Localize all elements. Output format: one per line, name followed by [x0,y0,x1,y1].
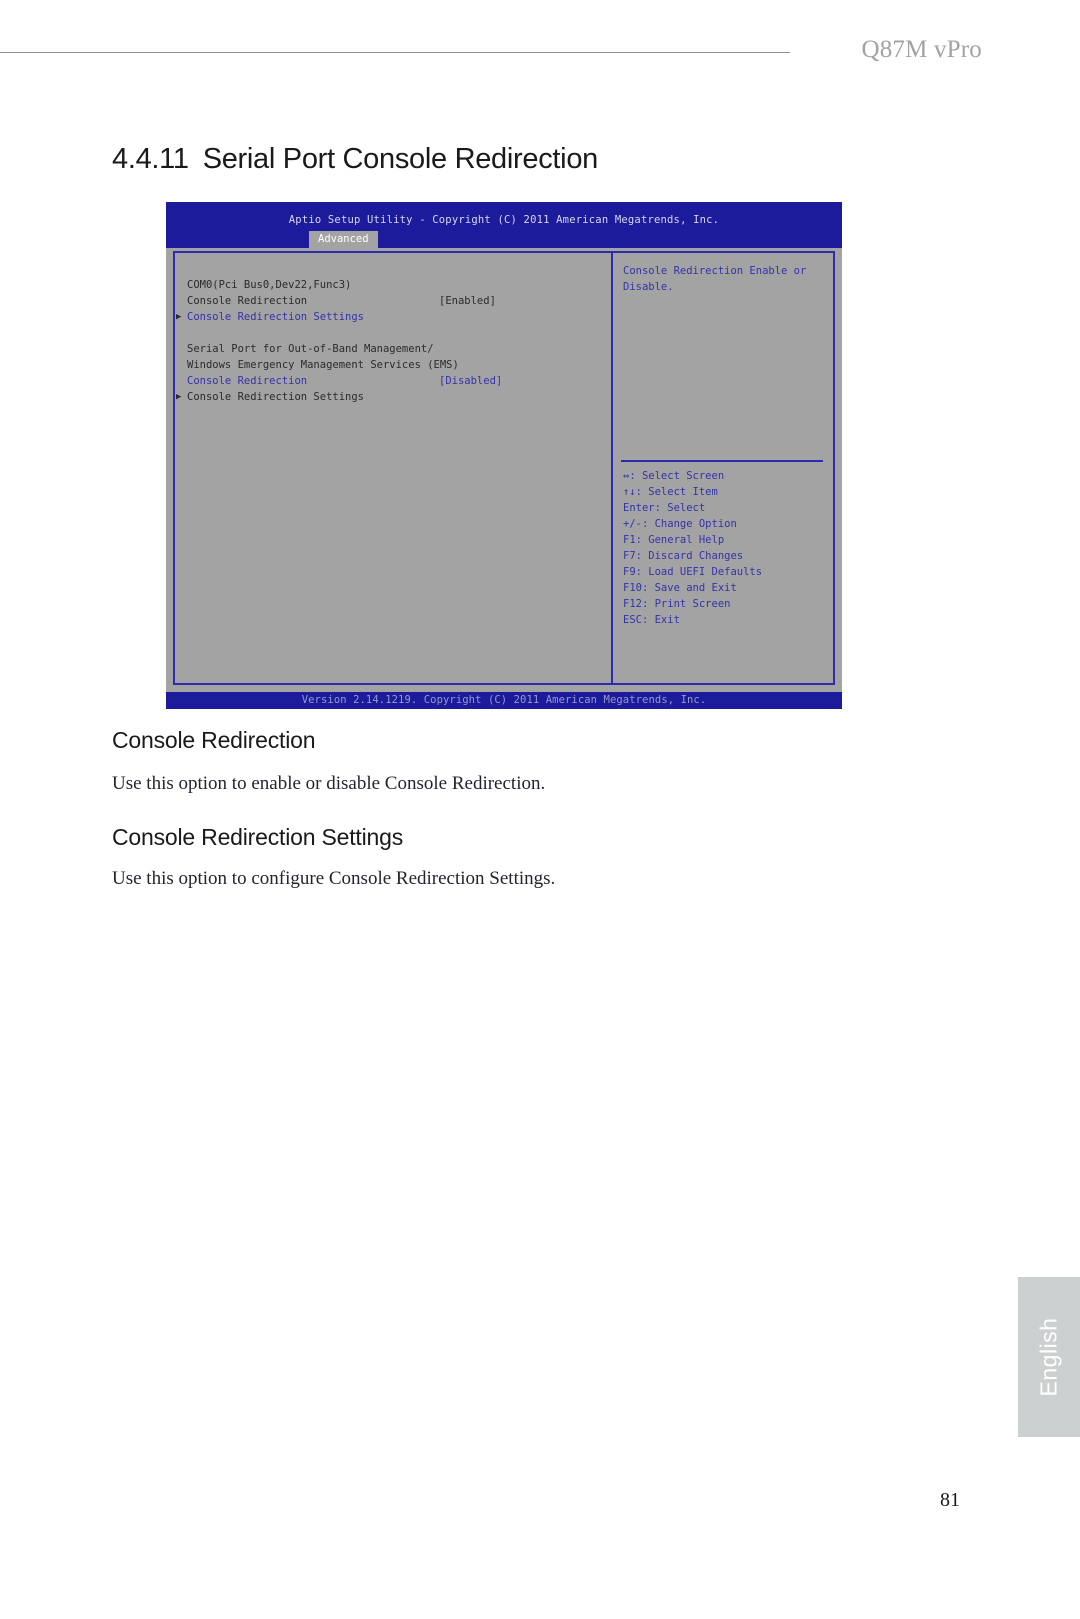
bios-tab-row: Advanced [166,231,842,248]
header-divider-rule [0,52,790,53]
subheading-console-redirection: Console Redirection [112,727,316,753]
help-panel-divider [621,460,823,462]
bios-version-bar: Version 2.14.1219. Copyright (C) 2011 Am… [166,692,842,709]
bios-key-binding: F10: Save and Exit [623,582,737,594]
section-number: 4.4.11 [112,143,189,175]
bios-key-binding: F1: General Help [623,534,725,546]
bios-menu-item[interactable]: Windows Emergency Management Services (E… [187,357,605,373]
page-header: Q87M vPro [0,36,1080,76]
bios-key-binding: F9: Load UEFI Defaults [623,566,763,578]
language-side-tab: English [1018,1277,1080,1437]
document-page: Q87M vPro 4.4.11 Serial Port Console Redi… [0,0,1080,1619]
bios-menu-item-label: Console Redirection Settings [187,311,365,323]
paragraph-console-redirection: Use this option to enable or disable Con… [112,773,546,794]
bios-help-panel: Console Redirection Enable or Disable. ↔:… [613,251,835,685]
bios-key-binding: Enter: Select [623,502,706,514]
subheading-console-redirection-settings: Console Redirection Settings [112,824,404,850]
section-heading: 4.4.11 Serial Port Console Redirection [112,143,598,176]
bios-menu-item[interactable]: Console Redirection [Disabled] [187,373,605,389]
bios-menu-item-label: Console Redirection Settings [187,391,365,403]
bios-key-binding: ↔: Select Screen [623,470,725,482]
submenu-arrow-icon: ▶ [176,312,182,322]
bios-help-line: Console Redirection Enable or [623,265,807,277]
bios-menu-spacer [187,325,605,341]
section-title: Serial Port Console Redirection [202,143,599,175]
bios-key-binding: +/-: Change Option [623,518,737,530]
bios-menu-item-label: Windows Emergency Management Services (E… [187,359,459,371]
bios-body: COM0(Pci Bus0,Dev22,Func3) Console Redire… [166,248,842,690]
bios-menu-item-label: Serial Port for Out-of-Band Management/ [187,343,434,355]
bios-key-binding: F12: Print Screen [623,598,731,610]
language-side-tab-label: English [1035,1317,1062,1397]
bios-screenshot-figure: Aptio Setup Utility - Copyright (C) 2011… [166,202,842,709]
bios-menu-item-value[interactable]: [Disabled] [439,373,502,389]
bios-top-accent-bar [166,202,842,210]
bios-key-binding: F7: Discard Changes [623,550,744,562]
bios-menu-item[interactable]: ▶ Console Redirection Settings [176,309,605,325]
bios-title-bar: Aptio Setup Utility - Copyright (C) 2011… [166,210,842,231]
bios-menu-item-value[interactable]: [Enabled] [439,293,496,309]
submenu-arrow-icon: ▶ [176,392,182,402]
product-name-header: Q87M vPro [861,36,982,63]
bios-key-binding: ESC: Exit [623,614,680,626]
bios-menu-item[interactable]: Serial Port for Out-of-Band Management/ [187,341,605,357]
bios-help-description: Console Redirection Enable or Disable. [623,263,825,295]
bios-menu-item-label: Console Redirection [187,375,308,387]
bios-menu-item[interactable]: COM0(Pci Bus0,Dev22,Func3) [187,277,605,293]
bios-menu-item-label: COM0(Pci Bus0,Dev22,Func3) [187,279,352,291]
bios-help-line: Disable. [623,281,674,293]
bios-tab-advanced[interactable]: Advanced [309,231,378,248]
bios-menu-item[interactable]: Console Redirection [Enabled] [187,293,605,309]
page-number: 81 [940,1489,960,1511]
bios-menu-item[interactable]: ▶ Console Redirection Settings [176,389,605,405]
bios-menu-list: COM0(Pci Bus0,Dev22,Func3) Console Redire… [176,277,605,405]
bios-settings-panel: COM0(Pci Bus0,Dev22,Func3) Console Redire… [173,251,613,685]
bios-key-bindings-list: ↔: Select Screen ↑↓: Select Item Enter: Se… [623,468,828,628]
bios-key-binding: ↑↓: Select Item [623,486,718,498]
paragraph-console-redirection-settings: Use this option to configure Console Red… [112,868,556,889]
bios-menu-item-label: Console Redirection [187,295,308,307]
